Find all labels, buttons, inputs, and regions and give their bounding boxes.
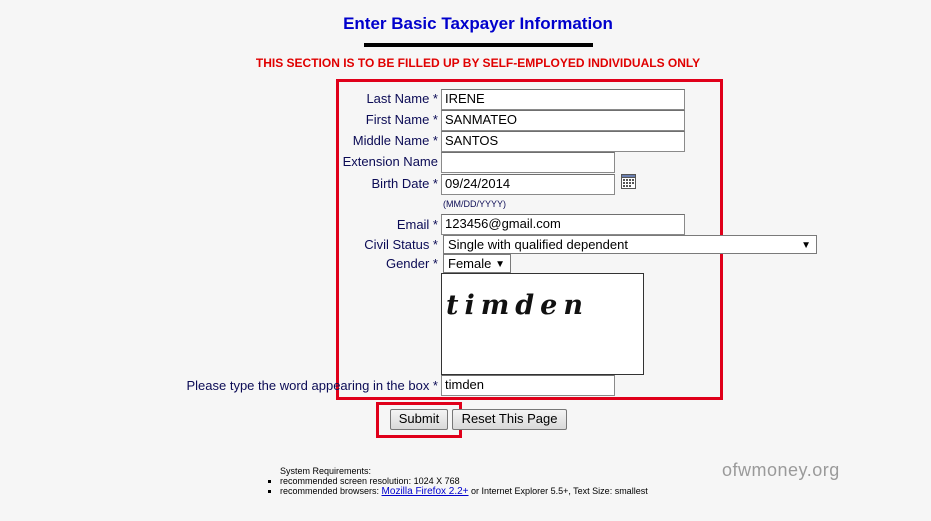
calendar-icon[interactable]	[621, 174, 636, 189]
birth-date-input[interactable]: 09/24/2014	[441, 174, 615, 195]
captcha-word: timden	[446, 290, 589, 321]
first-name-input[interactable]: SANMATEO	[441, 110, 685, 131]
extension-name-input[interactable]	[441, 152, 615, 173]
reset-page-button[interactable]: Reset This Page	[452, 409, 567, 430]
system-requirements: System Requirements: recommended screen …	[268, 466, 748, 497]
dropdown-arrow-icon: ▼	[801, 240, 811, 251]
captcha-prompt-label: Please type the word appearing in the bo…	[186, 378, 438, 393]
civil-status-label: Civil Status *	[364, 237, 438, 252]
gender-label: Gender *	[385, 256, 438, 271]
requirement-browsers: recommended browsers: Mozilla Firefox 2.…	[280, 486, 748, 497]
captcha-image: timden	[441, 273, 644, 375]
middle-name-input[interactable]: SANTOS	[441, 131, 685, 152]
captcha-input[interactable]: timden	[441, 375, 615, 396]
dropdown-arrow-icon: ▼	[495, 259, 505, 270]
middle-name-label: Middle Name *	[352, 133, 438, 148]
civil-status-selected: Single with qualified dependent	[448, 237, 628, 252]
requirements-heading: System Requirements:	[280, 466, 372, 476]
last-name-label: Last Name *	[366, 91, 438, 106]
extension-name-label: Extension Name	[342, 154, 438, 169]
site-watermark: ofwmoney.org	[722, 460, 840, 480]
self-employed-notice: THIS SECTION IS TO BE FILLED UP BY SELF-…	[255, 56, 701, 70]
last-name-input[interactable]: IRENE	[441, 89, 685, 110]
birth-date-label: Birth Date *	[371, 176, 438, 191]
gender-selected: Female	[448, 256, 492, 271]
email-label: Email *	[396, 217, 438, 232]
submit-button[interactable]: Submit	[390, 409, 448, 430]
civil-status-select[interactable]: Single with qualified dependent ▼	[443, 235, 817, 254]
page-title: Enter Basic Taxpayer Information	[343, 14, 613, 33]
captcha-word-image: timden	[446, 290, 589, 321]
first-name-label: First Name *	[365, 112, 438, 127]
gender-select[interactable]: Female ▼	[443, 254, 511, 273]
firefox-link[interactable]: Mozilla Firefox 2.2+	[382, 486, 469, 497]
requirement-resolution: recommended screen resolution: 1024 X 76…	[280, 476, 748, 486]
birth-date-format-hint: (MM/DD/YYYY)	[443, 199, 506, 209]
title-underline	[364, 43, 593, 47]
email-input[interactable]: 123456@gmail.com	[441, 214, 685, 235]
